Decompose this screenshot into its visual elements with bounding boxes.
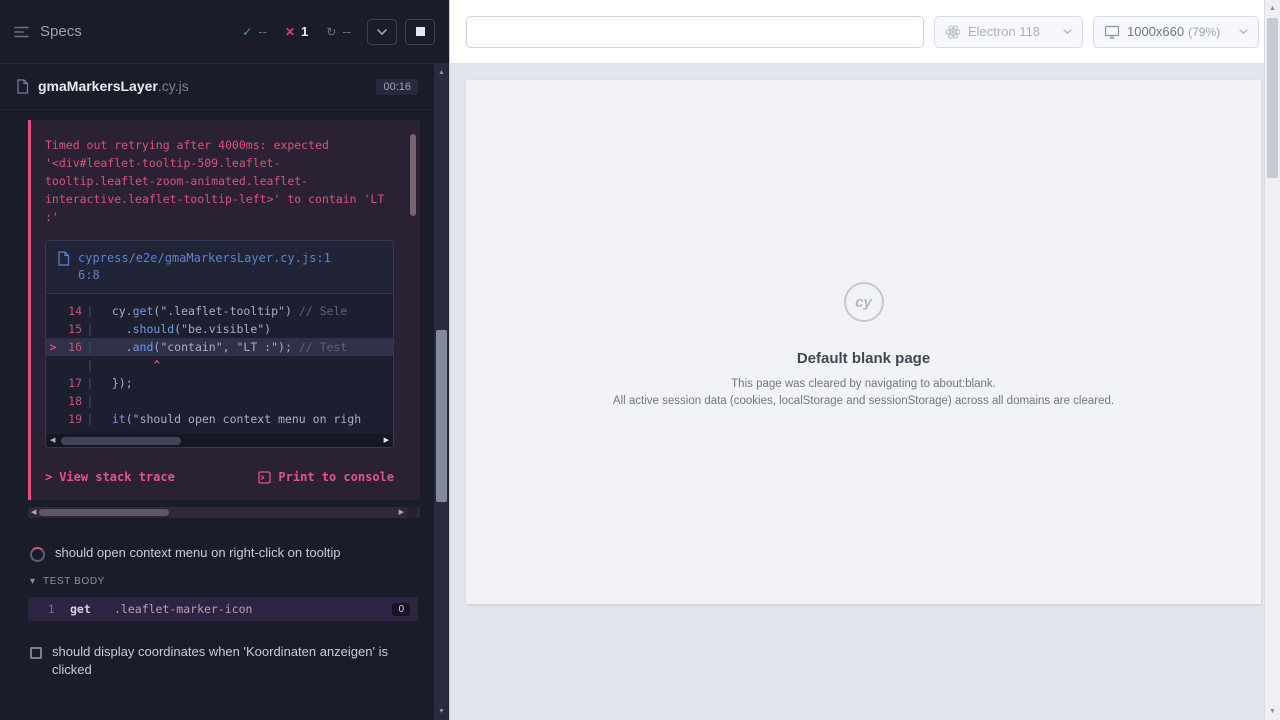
scroll-down-icon[interactable]: ▼ — [1265, 708, 1280, 715]
code-line: | ^ — [46, 356, 393, 374]
test-body-section[interactable]: ▾ TEST BODY — [0, 568, 434, 593]
code-line: 19| it("should open context menu on righ — [46, 410, 393, 428]
code-line: 17| }); — [46, 374, 393, 392]
code-lines: 14| cy.get(".leaflet-tooltip") // Sele15… — [46, 294, 393, 434]
blank-page-message-1: This page was cleared by navigating to a… — [731, 376, 996, 392]
test-title: should display coordinates when 'Koordin… — [52, 643, 392, 679]
spec-row[interactable]: gmaMarkersLayer.cy.js 00:16 — [0, 64, 434, 110]
print-to-console-label: Print to console — [278, 470, 394, 484]
stop-icon — [416, 27, 425, 36]
page-vertical-scrollbar[interactable]: ▲ ▼ — [1264, 0, 1280, 720]
test-stats: ✓ -- ✕ 1 ↻ -- — [242, 24, 351, 39]
specs-title: Specs — [40, 23, 82, 40]
browser-select[interactable]: Electron 118 — [934, 16, 1083, 48]
blank-page-content: cy Default blank page This page was clea… — [466, 80, 1261, 409]
chevron-down-icon — [1239, 29, 1248, 34]
url-input[interactable] — [466, 16, 924, 48]
console-icon — [258, 471, 271, 484]
electron-icon — [945, 24, 961, 40]
viewport-label: 1000x660(79%) — [1127, 24, 1232, 39]
reporter-body: gmaMarkersLayer.cy.js 00:16 Timed out re… — [0, 64, 434, 720]
viewport-select[interactable]: 1000x660(79%) — [1093, 16, 1259, 48]
code-line: 15| .should("be.visible") — [46, 320, 393, 338]
code-frame: cypress/e2e/gmaMarkersLayer.cy.js:16:8 1… — [45, 240, 394, 448]
view-stack-trace-link[interactable]: > View stack trace — [45, 470, 175, 484]
spec-name: gmaMarkersLayer.cy.js — [38, 78, 189, 96]
error-panel: Timed out retrying after 4000ms: expecte… — [28, 120, 420, 500]
command-name: get — [70, 602, 114, 616]
view-stack-trace-label: View stack trace — [59, 470, 175, 484]
runner-header: Electron 118 1000x660(79%) — [450, 0, 1264, 64]
check-icon: ✓ — [242, 25, 252, 39]
error-footer: > View stack trace Print to console — [45, 470, 394, 484]
stat-passed: ✓ -- — [242, 24, 267, 39]
aut-iframe: cy Default blank page This page was clea… — [466, 80, 1261, 604]
command-message: .leaflet-marker-icon — [114, 602, 392, 616]
reporter-vertical-scrollbar[interactable]: ▲ ▼ — [434, 64, 449, 720]
file-icon — [16, 79, 29, 94]
failed-count: 1 — [301, 24, 308, 39]
code-line: 18| — [46, 392, 393, 410]
running-spinner-icon — [30, 547, 45, 562]
error-vscroll-thumb[interactable] — [410, 134, 416, 216]
pending-count: -- — [342, 24, 351, 39]
scroll-up-icon[interactable]: ▲ — [1265, 5, 1280, 12]
command-badge: 0 — [392, 603, 410, 616]
scroll-down-icon[interactable]: ▼ — [434, 708, 449, 715]
print-to-console-button[interactable]: Print to console — [258, 470, 394, 484]
scroll-right-icon[interactable]: ▶ — [384, 437, 389, 444]
error-message: Timed out retrying after 4000ms: expecte… — [45, 136, 385, 226]
test-row-active[interactable]: should open context menu on right-click … — [0, 538, 434, 568]
attempt-hscroll-thumb[interactable] — [39, 509, 169, 516]
test-list: should open context menu on right-click … — [0, 538, 434, 685]
page-scroll-thumb[interactable] — [1267, 18, 1278, 178]
test-body-label: TEST BODY — [43, 576, 105, 587]
cypress-logo: cy — [844, 282, 884, 322]
attempt-horizontal-scrollbar[interactable]: ◀ ▶ — [28, 507, 420, 518]
queued-icon — [30, 647, 42, 659]
cypress-app: Specs ✓ -- ✕ 1 ↻ -- — [0, 0, 1280, 720]
test-title: should open context menu on right-click … — [55, 544, 340, 562]
chevron-down-icon — [1063, 29, 1072, 34]
scroll-left-icon[interactable]: ◀ — [50, 437, 55, 444]
code-horizontal-scrollbar[interactable]: ◀ ▶ — [46, 434, 393, 447]
specs-menu-icon[interactable] — [14, 25, 30, 39]
x-icon: ✕ — [285, 25, 295, 39]
passed-count: -- — [258, 24, 267, 39]
spec-duration-badge: 00:16 — [376, 79, 418, 95]
code-line: >16| .and("contain", "LT :"); // Test — [46, 338, 393, 356]
file-link-text: cypress/e2e/gmaMarkersLayer.cy.js:16:8 — [78, 250, 333, 284]
header-buttons — [367, 19, 435, 45]
test-row-queued[interactable]: should display coordinates when 'Koordin… — [0, 637, 434, 685]
code-frame-file-link[interactable]: cypress/e2e/gmaMarkersLayer.cy.js:16:8 — [46, 241, 393, 294]
reporter-header: Specs ✓ -- ✕ 1 ↻ -- — [0, 0, 449, 64]
file-icon — [57, 251, 70, 266]
stat-pending: ↻ -- — [326, 24, 351, 39]
chevron-down-icon: ▾ — [30, 576, 35, 587]
aut-stage: cy Default blank page This page was clea… — [450, 64, 1264, 720]
command-log-row[interactable]: 1 get .leaflet-marker-icon 0 — [28, 597, 418, 621]
browser-label: Electron 118 — [968, 24, 1056, 39]
scroll-left-icon[interactable]: ◀ — [31, 509, 36, 516]
scroll-up-icon[interactable]: ▲ — [434, 69, 449, 76]
runner-pane: Electron 118 1000x660(79%) cy — [449, 0, 1264, 720]
scrollbar-corner — [407, 507, 417, 518]
command-number: 1 — [48, 603, 70, 616]
scroll-right-icon[interactable]: ▶ — [399, 509, 404, 516]
reporter-scroll-thumb[interactable] — [436, 330, 447, 502]
restart-icon: ↻ — [326, 25, 336, 39]
viewport-icon — [1104, 25, 1120, 39]
code-hscroll-thumb[interactable] — [61, 437, 181, 445]
code-line: 14| cy.get(".leaflet-tooltip") // Sele — [46, 302, 393, 320]
blank-page-message-2: All active session data (cookies, localS… — [613, 393, 1114, 409]
stop-button[interactable] — [405, 19, 435, 45]
chevron-right-icon: > — [45, 470, 52, 484]
blank-page-title: Default blank page — [797, 350, 930, 367]
failed-attempt: Timed out retrying after 4000ms: expecte… — [28, 120, 420, 518]
collapse-all-button[interactable] — [367, 19, 397, 45]
stat-failed: ✕ 1 — [285, 24, 308, 39]
reporter-sidebar: Specs ✓ -- ✕ 1 ↻ -- — [0, 0, 449, 720]
